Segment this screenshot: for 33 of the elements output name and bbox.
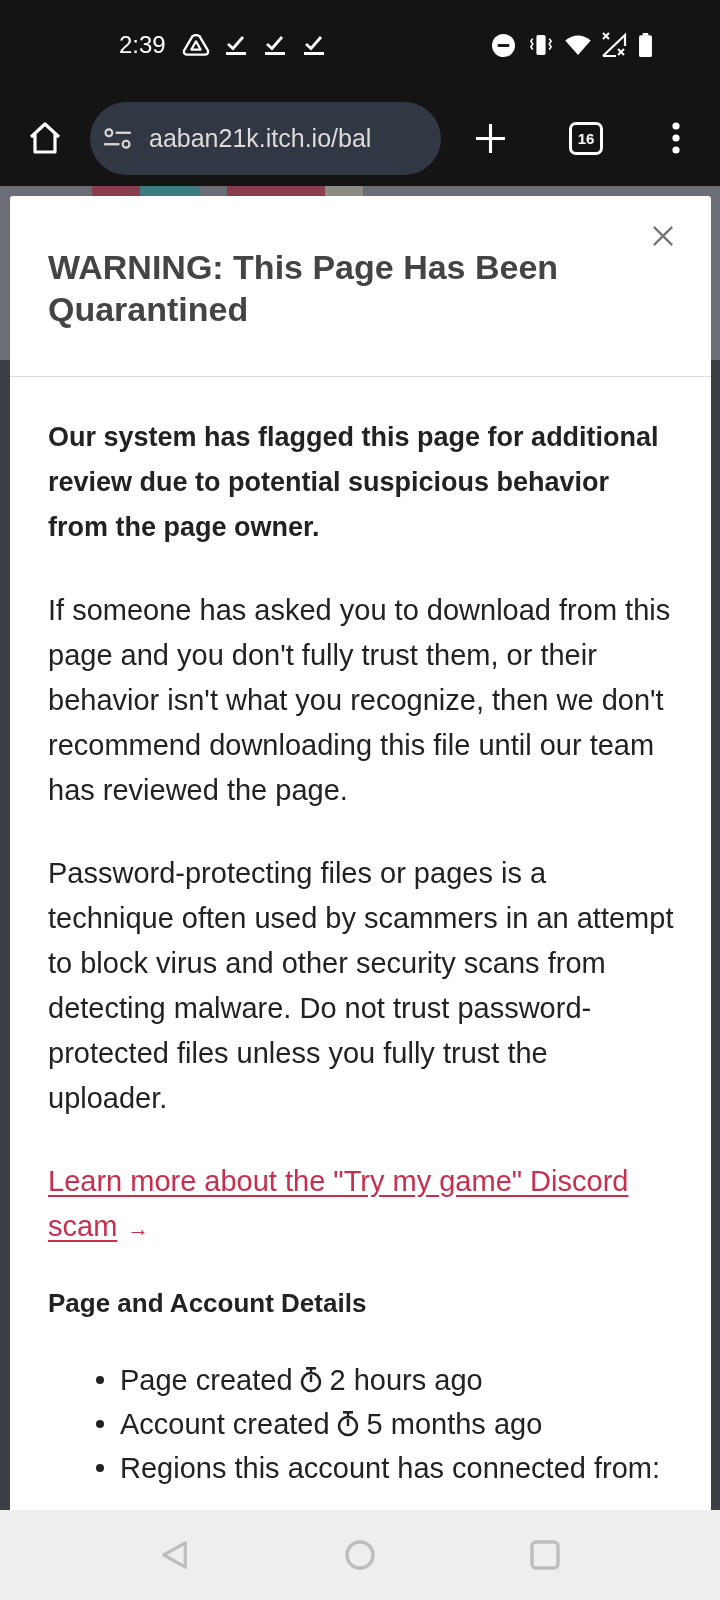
- status-time: 2:39: [119, 31, 166, 59]
- menu-icon[interactable]: [672, 122, 680, 154]
- warning-intro: Our system has flagged this page for additional review due to potential suspicious behavior from the page owner.: [48, 421, 660, 544]
- detail-label: Account created: [120, 1407, 330, 1441]
- minus-circle-icon: [492, 33, 515, 57]
- no-signal-icon: [601, 32, 627, 58]
- check-mark-icon: [303, 35, 324, 55]
- bullet-icon: [96, 1376, 104, 1384]
- battery-icon: [639, 33, 652, 57]
- stopwatch-icon: [336, 1411, 359, 1437]
- detail-value: 2 hours ago: [329, 1363, 483, 1397]
- warning-paragraph: If someone has asked you to download from this page and you don't fully trust them, or their behavior isn't what you recognize, then we don't recommend downloading this file until our team has reviewed the page.: [48, 593, 672, 808]
- address-bar[interactable]: aaban21k.itch.io/bal: [90, 101, 441, 175]
- detail-label: Page created: [120, 1363, 293, 1397]
- dialog-title: WARNING: This Page Has Been Quarantined: [48, 247, 560, 330]
- warning-paragraph: Password-protecting files or pages is a technique often used by scammers in an attempt to block virus and other security scans from detecting malware. Do not trust password-protected files unless you fully trust the uploader.: [48, 856, 674, 1116]
- detail-value: 5 months ago: [366, 1407, 543, 1441]
- bullet-icon: [96, 1420, 104, 1428]
- check-mark-icon: [264, 35, 285, 55]
- stopwatch-icon: [299, 1367, 322, 1393]
- triangle-logo-icon: [181, 34, 210, 56]
- plus-icon[interactable]: [476, 123, 505, 153]
- details-heading: Page and Account Details: [48, 1287, 368, 1320]
- check-mark-icon: [225, 35, 246, 55]
- tab-switcher-button[interactable]: 16: [569, 121, 603, 155]
- sliders-icon: [104, 127, 131, 149]
- bullet-icon: [96, 1464, 104, 1472]
- scam-info-link[interactable]: Learn more about the "Try my game" Discord scam →: [48, 1159, 674, 1251]
- close-icon[interactable]: [652, 225, 674, 247]
- wifi-icon: [565, 35, 591, 55]
- phone-vibrate-icon: [529, 34, 553, 56]
- home-icon[interactable]: [28, 122, 62, 154]
- detail-label: Regions this account has connected from:: [120, 1451, 661, 1485]
